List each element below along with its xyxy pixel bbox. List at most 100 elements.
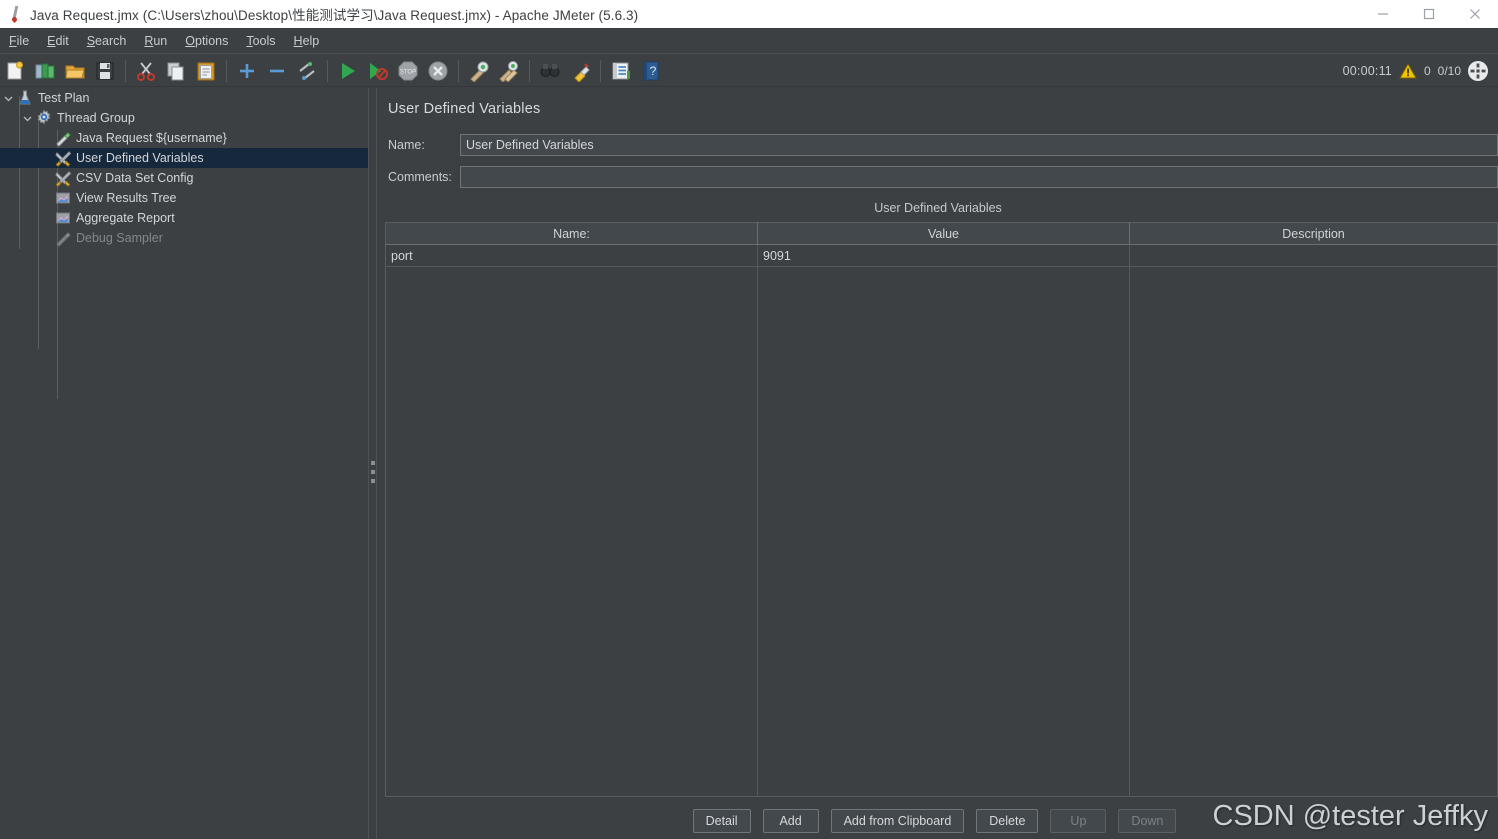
- empty-cell-name: [385, 266, 758, 797]
- window-controls: [1360, 0, 1498, 28]
- toggle-icon[interactable]: [293, 57, 321, 85]
- cell-name[interactable]: port: [385, 244, 758, 268]
- tree-node-test-plan[interactable]: Test Plan: [0, 88, 368, 108]
- thread-count: 0/10: [1437, 63, 1461, 78]
- variables-table[interactable]: Name: Value Description port 9091: [385, 222, 1498, 797]
- menu-tools[interactable]: Tools: [237, 31, 284, 51]
- menu-options[interactable]: Options: [176, 31, 237, 51]
- clear-all-icon[interactable]: [495, 57, 523, 85]
- table-header-row: Name: Value Description: [385, 222, 1498, 245]
- empty-cell-value: [757, 266, 1130, 797]
- test-plan-tree[interactable]: Test Plan Thread Group Java Request ${us…: [0, 88, 368, 839]
- tree-node-label: Java Request ${username}: [76, 131, 227, 145]
- config-element-icon: [54, 149, 72, 167]
- stop-icon: STOP: [394, 57, 422, 85]
- run-status: 00:00:11 0 0/10: [1342, 60, 1498, 81]
- save-icon[interactable]: [91, 57, 119, 85]
- column-header-value[interactable]: Value: [757, 222, 1130, 245]
- tree-node-thread-group[interactable]: Thread Group: [0, 108, 368, 128]
- tree-node-debug-sampler[interactable]: Debug Sampler: [0, 228, 368, 248]
- tree-node-label: View Results Tree: [76, 191, 177, 205]
- tree-node-user-defined-variables[interactable]: User Defined Variables: [0, 148, 368, 168]
- elapsed-time: 00:00:11: [1342, 63, 1392, 78]
- search-icon[interactable]: [536, 57, 564, 85]
- thread-group-gear-icon: [35, 109, 53, 127]
- comments-input[interactable]: [460, 166, 1498, 188]
- split-pane-divider[interactable]: [368, 88, 377, 839]
- thread-grid-icon[interactable]: [1468, 60, 1488, 81]
- toolbar-separator: [226, 59, 227, 82]
- new-test-plan-icon[interactable]: [1, 57, 29, 85]
- paste-icon[interactable]: [192, 57, 220, 85]
- copy-icon[interactable]: [162, 57, 190, 85]
- panel-title: User Defined Variables: [388, 101, 541, 117]
- svg-text:STOP: STOP: [400, 69, 416, 75]
- chevron-down-icon[interactable]: [19, 108, 35, 128]
- menu-file[interactable]: File: [0, 31, 38, 51]
- table-caption: User Defined Variables: [874, 201, 1002, 215]
- listener-icon: [54, 209, 72, 227]
- delete-button[interactable]: Delete: [976, 809, 1039, 833]
- detail-button[interactable]: Detail: [692, 809, 751, 833]
- start-icon[interactable]: [334, 57, 362, 85]
- chevron-down-icon[interactable]: [0, 88, 16, 108]
- cut-icon[interactable]: [132, 57, 160, 85]
- svg-text:?: ?: [650, 64, 657, 78]
- menu-help[interactable]: Help: [285, 31, 329, 51]
- menu-search[interactable]: Search: [78, 31, 136, 51]
- comments-field-row: Comments:: [388, 166, 1498, 188]
- jmeter-window: Java Request.jmx (C:\Users\zhou\Desktop\…: [0, 0, 1498, 839]
- up-button: Up: [1050, 809, 1107, 833]
- reset-search-icon[interactable]: [566, 57, 594, 85]
- split-grip-icon[interactable]: [371, 461, 375, 483]
- tree-node-label: User Defined Variables: [76, 151, 204, 165]
- menu-bar: File Edit Search Run Options Tools Help: [0, 28, 1498, 54]
- name-field-row: Name:: [388, 134, 1498, 156]
- test-plan-icon: [16, 89, 34, 107]
- start-no-timers-icon[interactable]: [364, 57, 392, 85]
- toolbar-separator: [529, 59, 530, 82]
- cell-description[interactable]: [1129, 244, 1498, 268]
- help-icon[interactable]: ?: [637, 57, 665, 85]
- function-helper-icon[interactable]: [607, 57, 635, 85]
- toolbar-separator: [125, 59, 126, 82]
- maximize-button[interactable]: [1406, 0, 1452, 28]
- tree-node-aggregate-report[interactable]: Aggregate Report: [0, 208, 368, 228]
- add-from-clipboard-button[interactable]: Add from Clipboard: [830, 809, 965, 833]
- app-icon: [0, 0, 28, 28]
- config-element-icon: [54, 169, 72, 187]
- toolbar: STOP ? 00:00:11 0 0/10: [0, 55, 1498, 87]
- empty-cell-description: [1130, 267, 1498, 797]
- title-bar: Java Request.jmx (C:\Users\zhou\Desktop\…: [0, 0, 1498, 28]
- column-header-name[interactable]: Name:: [385, 222, 758, 245]
- tree-node-label: Thread Group: [57, 111, 135, 125]
- tree-node-label: Test Plan: [38, 91, 90, 105]
- listener-icon: [54, 189, 72, 207]
- menu-edit[interactable]: Edit: [38, 31, 78, 51]
- user-defined-variables-panel: User Defined Variables Name: Comments: U…: [378, 88, 1498, 839]
- add-button[interactable]: Add: [762, 809, 819, 833]
- collapse-all-icon[interactable]: [263, 57, 291, 85]
- open-icon[interactable]: [61, 57, 89, 85]
- clear-icon[interactable]: [465, 57, 493, 85]
- comments-label: Comments:: [388, 170, 452, 184]
- cell-value[interactable]: 9091: [757, 244, 1130, 268]
- window-title: Java Request.jmx (C:\Users\zhou\Desktop\…: [30, 8, 639, 23]
- warning-triangle-icon[interactable]: [1399, 62, 1417, 79]
- java-request-icon: [54, 129, 72, 147]
- table-row[interactable]: port 9091: [385, 244, 1498, 268]
- toolbar-separator: [600, 59, 601, 82]
- expand-all-icon[interactable]: [233, 57, 261, 85]
- column-header-description[interactable]: Description: [1129, 222, 1498, 245]
- table-empty-row: [385, 266, 1498, 797]
- name-input[interactable]: [460, 134, 1498, 156]
- close-button[interactable]: [1452, 0, 1498, 28]
- toolbar-separator: [458, 59, 459, 82]
- tree-node-view-results-tree[interactable]: View Results Tree: [0, 188, 368, 208]
- minimize-button[interactable]: [1360, 0, 1406, 28]
- menu-run[interactable]: Run: [135, 31, 176, 51]
- tree-node-csv-data-set-config[interactable]: CSV Data Set Config: [0, 168, 368, 188]
- toolbar-separator: [327, 59, 328, 82]
- tree-node-java-request[interactable]: Java Request ${username}: [0, 128, 368, 148]
- templates-icon[interactable]: [31, 57, 59, 85]
